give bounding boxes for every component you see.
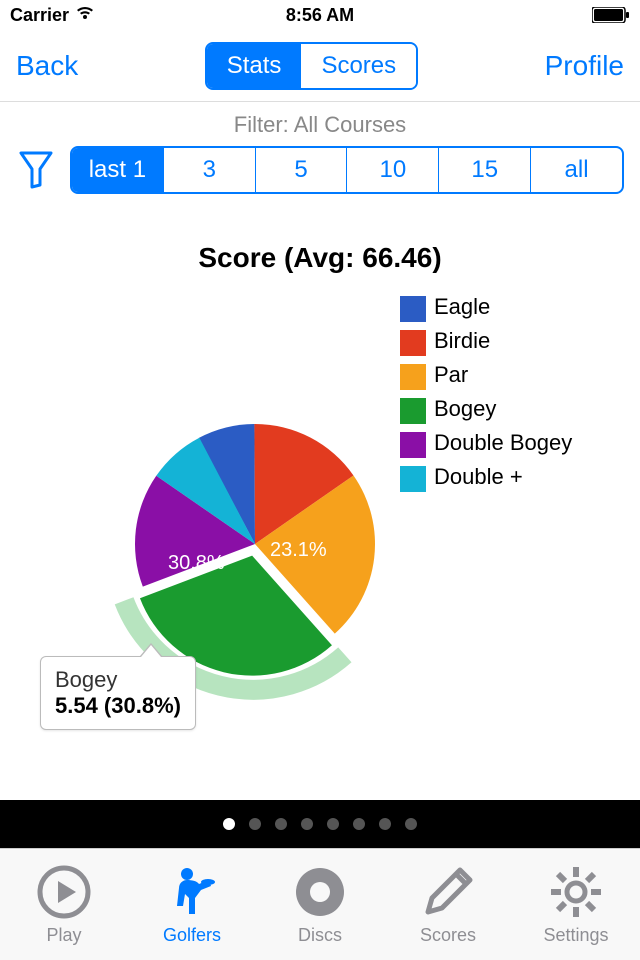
tooltip-title: Bogey — [55, 667, 181, 693]
legend-item[interactable]: Par — [400, 362, 600, 390]
tab-stats[interactable]: Stats — [207, 44, 302, 88]
legend-item[interactable]: Eagle — [400, 294, 600, 322]
legend-label: Birdie — [434, 328, 490, 354]
swatch-icon — [400, 364, 426, 390]
tab-bar: Play Golfers Discs Scores Settings — [0, 848, 640, 960]
page-dot[interactable] — [327, 818, 339, 830]
profile-button[interactable]: Profile — [545, 50, 624, 82]
legend-item[interactable]: Birdie — [400, 328, 600, 356]
pencil-icon — [419, 863, 477, 921]
filter-all[interactable]: all — [531, 148, 622, 192]
page-indicator[interactable] — [0, 800, 640, 848]
filter-15[interactable]: 15 — [439, 148, 531, 192]
tab-label: Settings — [543, 925, 608, 946]
pie-chart[interactable]: 23.1% 30.8% — [115, 404, 395, 684]
tooltip-bogey: Bogey 5.54 (30.8%) — [40, 656, 196, 730]
wifi-icon — [75, 5, 95, 26]
back-button[interactable]: Back — [16, 50, 78, 82]
legend-item[interactable]: Bogey — [400, 396, 600, 424]
filter-5[interactable]: 5 — [256, 148, 348, 192]
tooltip-value: 5.54 (30.8%) — [55, 693, 181, 719]
tab-discs[interactable]: Discs — [265, 863, 375, 946]
tab-label: Golfers — [163, 925, 221, 946]
status-left: Carrier — [10, 5, 95, 26]
tab-scores-bottom[interactable]: Scores — [393, 863, 503, 946]
legend-label: Double Bogey — [434, 430, 572, 456]
filter-label: Filter: All Courses — [16, 112, 624, 138]
filter-row: last 1 3 5 10 15 all — [16, 146, 624, 194]
gear-icon — [547, 863, 605, 921]
page-dot[interactable] — [301, 818, 313, 830]
legend-item[interactable]: Double + — [400, 464, 600, 492]
page-dot[interactable] — [379, 818, 391, 830]
status-time: 8:56 AM — [286, 5, 354, 26]
filter-range-segment: last 1 3 5 10 15 all — [70, 146, 624, 194]
discs-icon — [291, 863, 349, 921]
nav-bar: Back Stats Scores Profile — [0, 30, 640, 102]
tab-label: Play — [46, 925, 81, 946]
segmented-stats-scores: Stats Scores — [205, 42, 418, 90]
page-dot[interactable] — [405, 818, 417, 830]
chart-area: EagleBirdieParBogeyDouble BogeyDouble + … — [0, 294, 640, 724]
page-dot[interactable] — [223, 818, 235, 830]
tab-label: Discs — [298, 925, 342, 946]
filter-10[interactable]: 10 — [347, 148, 439, 192]
filter-last-1[interactable]: last 1 — [72, 148, 164, 192]
tab-scores[interactable]: Scores — [301, 44, 416, 88]
legend-label: Double + — [434, 464, 523, 490]
legend-label: Par — [434, 362, 468, 388]
battery-icon — [592, 7, 630, 23]
filter-3[interactable]: 3 — [164, 148, 256, 192]
tab-settings[interactable]: Settings — [521, 863, 631, 946]
slice-label-bogey: 30.8% — [168, 552, 225, 575]
tab-golfers[interactable]: Golfers — [137, 863, 247, 946]
legend: Eagle Birdie Par Bogey Double Bogey Double + — [400, 294, 600, 498]
chart-title: Score (Avg: 66.46) — [0, 242, 640, 274]
swatch-icon — [400, 330, 426, 356]
play-icon — [35, 863, 93, 921]
status-bar: Carrier 8:56 AM — [0, 0, 640, 30]
golfers-icon — [163, 863, 221, 921]
filter-icon[interactable] — [16, 150, 56, 190]
swatch-icon — [400, 432, 426, 458]
legend-label: Bogey — [434, 396, 496, 422]
carrier-label: Carrier — [10, 5, 69, 26]
page-dot[interactable] — [275, 818, 287, 830]
filter-block: Filter: All Courses last 1 3 5 10 15 all — [0, 102, 640, 204]
page-dot[interactable] — [353, 818, 365, 830]
tab-label: Scores — [420, 925, 476, 946]
slice-label-par: 23.1% — [270, 539, 327, 562]
swatch-icon — [400, 296, 426, 322]
tab-play[interactable]: Play — [9, 863, 119, 946]
legend-label: Eagle — [434, 294, 490, 320]
swatch-icon — [400, 398, 426, 424]
legend-item[interactable]: Double Bogey — [400, 430, 600, 458]
page-dot[interactable] — [249, 818, 261, 830]
swatch-icon — [400, 466, 426, 492]
